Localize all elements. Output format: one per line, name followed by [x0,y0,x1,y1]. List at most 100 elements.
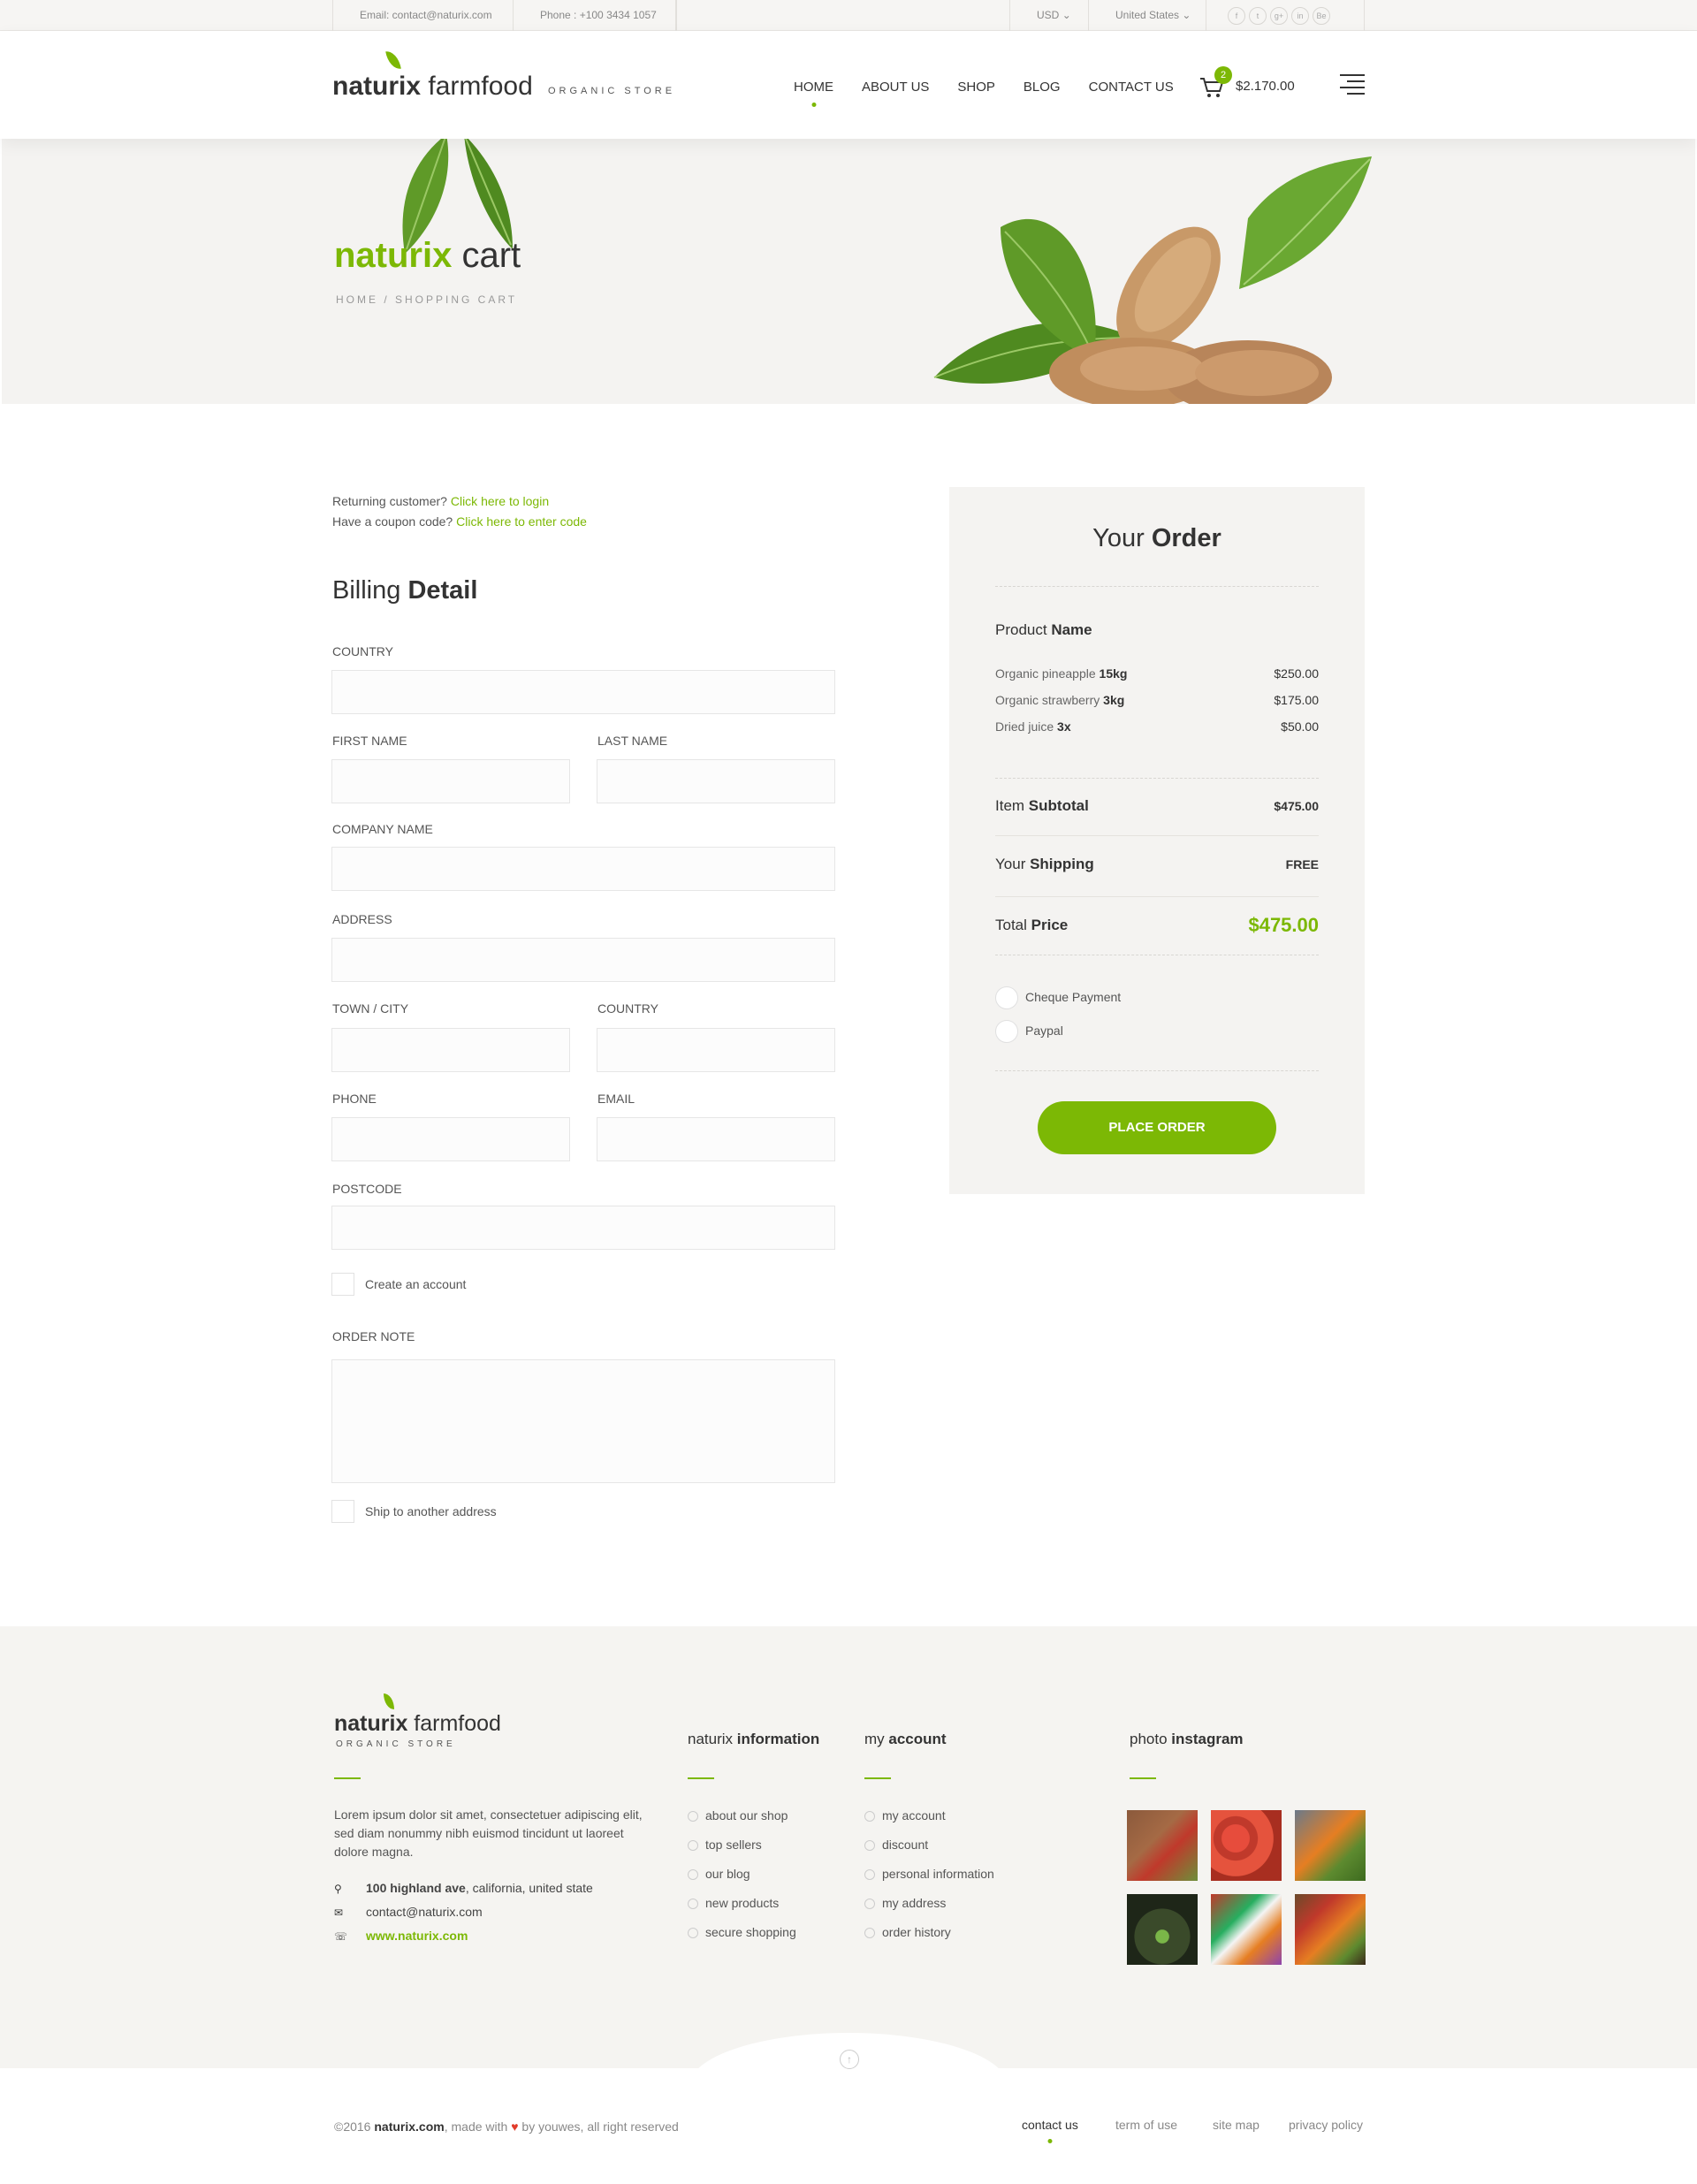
billing-title: Billing Detail [332,576,477,605]
instagram-photo[interactable] [1295,1810,1366,1881]
total-value: $475.00 [1248,914,1319,936]
logo-tagline: ORGANIC STORE [548,86,676,96]
postcode-field[interactable] [331,1206,835,1250]
footer-logo[interactable]: naturix farmfood [334,1693,501,1737]
instagram-heading: photo instagram [1130,1731,1244,1748]
footer-link[interactable]: secure shopping [688,1925,796,1954]
nav-about-us[interactable]: ABOUT US [862,80,929,95]
footer-link[interactable]: order history [864,1925,994,1954]
phone-field[interactable] [331,1117,570,1161]
instagram-photo[interactable] [1295,1894,1366,1965]
order-summary: Your Order Product Name Organic pineappl… [949,487,1365,1194]
page-hero: naturix cart HOME / SHOPPING CART [2,139,1695,404]
heart-icon: ♥ [511,2119,519,2134]
footer-link[interactable]: new products [688,1896,796,1925]
ship-other-checkbox[interactable] [331,1500,354,1523]
accent-bar [334,1777,361,1779]
company-label: COMPANY NAME [332,822,433,836]
divider [995,896,1319,897]
subtotal-value: $475.00 [1274,799,1319,813]
breadcrumb[interactable]: HOME / SHOPPING CART [336,293,517,306]
product-header-bold: Name [1051,621,1092,638]
behance-icon[interactable]: Be [1313,7,1330,25]
cheque-payment-radio[interactable] [995,986,1018,1009]
page-title-bold: naturix [334,236,453,275]
currency-select[interactable]: USD ⌄ [1009,0,1098,31]
instagram-photo[interactable] [1211,1810,1282,1881]
item-price: $175.00 [1274,693,1319,707]
shipping-label-light: Your [995,856,1031,872]
last-name-label: LAST NAME [597,734,668,748]
paypal-label: Paypal [1025,1024,1063,1038]
instagram-photo[interactable] [1127,1894,1198,1965]
item-qty: 3x [1057,719,1071,734]
nav-blog[interactable]: BLOG [1024,80,1061,95]
main-nav: HOME ABOUT US SHOP BLOG CONTACT US [794,80,1174,95]
create-account-checkbox[interactable] [331,1273,354,1296]
bottom-link-contact[interactable]: contact us [1022,2118,1078,2132]
menu-icon[interactable] [1340,72,1365,97]
bottom-link-terms[interactable]: term of use [1115,2118,1177,2132]
footer-website[interactable]: ☏ www.naturix.com [334,1929,468,1943]
country-select[interactable]: United States ⌄ [1088,0,1217,31]
footer-link[interactable]: top sellers [688,1838,796,1867]
paypal-radio[interactable] [995,1020,1018,1043]
footer-link[interactable]: our blog [688,1867,796,1896]
logo[interactable]: naturix farmfood [332,49,533,102]
order-note-textarea[interactable] [331,1359,835,1483]
subtotal-row: Item Subtotal $475.00 [995,797,1319,815]
total-label-light: Total [995,917,1031,933]
copyright-pre: ©2016 [334,2119,375,2134]
instagram-icon[interactable]: in [1291,7,1309,25]
cart-count-badge: 2 [1214,66,1232,84]
town-field[interactable] [331,1028,570,1072]
total-label-bold: Price [1031,917,1069,933]
footer-link[interactable]: discount [864,1838,994,1867]
bottom-link-privacy[interactable]: privacy policy [1289,2118,1363,2132]
country2-field[interactable] [597,1028,835,1072]
cart-total[interactable]: $2.170.00 [1236,79,1295,94]
order-item: Organic strawberry 3kg $175.00 [995,693,1319,707]
topbar-divider [675,0,677,31]
billing-title-bold: Detail [407,576,478,605]
instagram-photo[interactable] [1211,1894,1282,1965]
country-field[interactable] [331,670,835,714]
item-price: $250.00 [1274,666,1319,681]
shipping-label-bold: Shipping [1030,856,1094,872]
nav-home[interactable]: HOME [794,80,833,95]
login-link[interactable]: Click here to login [451,494,549,508]
nav-contact-us[interactable]: CONTACT US [1089,80,1174,95]
twitter-icon[interactable]: t [1249,7,1267,25]
footer-link[interactable]: my address [864,1896,994,1925]
arrow-up-icon[interactable]: ↑ [840,2050,859,2069]
google-plus-icon[interactable]: g+ [1270,7,1288,25]
order-item: Organic pineapple 15kg $250.00 [995,666,1319,681]
coupon-link[interactable]: Click here to enter code [456,514,587,529]
info-heading: naturix information [688,1731,819,1748]
topbar-phone[interactable]: Phone : +100 3434 1057 [513,0,683,31]
facebook-icon[interactable]: f [1228,7,1245,25]
footer-link[interactable]: about our shop [688,1808,796,1838]
chevron-down-icon: ⌄ [1182,9,1191,21]
last-name-field[interactable] [597,759,835,803]
footer-link[interactable]: my account [864,1808,994,1838]
page-title-light: cart [452,236,521,275]
footer-tagline: ORGANIC STORE [336,1739,456,1749]
address-field[interactable] [331,938,835,982]
instagram-photo[interactable] [1127,1810,1198,1881]
place-order-button[interactable]: PLACE ORDER [1038,1101,1276,1154]
address-label: ADDRESS [332,912,392,926]
nav-shop[interactable]: SHOP [957,80,995,95]
first-name-field[interactable] [331,759,570,803]
order-title-light: Your [1092,524,1152,552]
order-title-bold: Order [1151,524,1221,552]
create-account-label: Create an account [365,1277,467,1291]
bottom-link-sitemap[interactable]: site map [1213,2118,1259,2132]
email-field[interactable] [597,1117,835,1161]
info-heading-bold: information [736,1731,820,1747]
footer-link[interactable]: personal information [864,1867,994,1896]
topbar-email[interactable]: Email: contact@naturix.com [332,0,519,31]
company-field[interactable] [331,847,835,891]
cart-button[interactable]: 2 [1199,66,1232,100]
footer-email[interactable]: ✉ contact@naturix.com [334,1905,483,1919]
